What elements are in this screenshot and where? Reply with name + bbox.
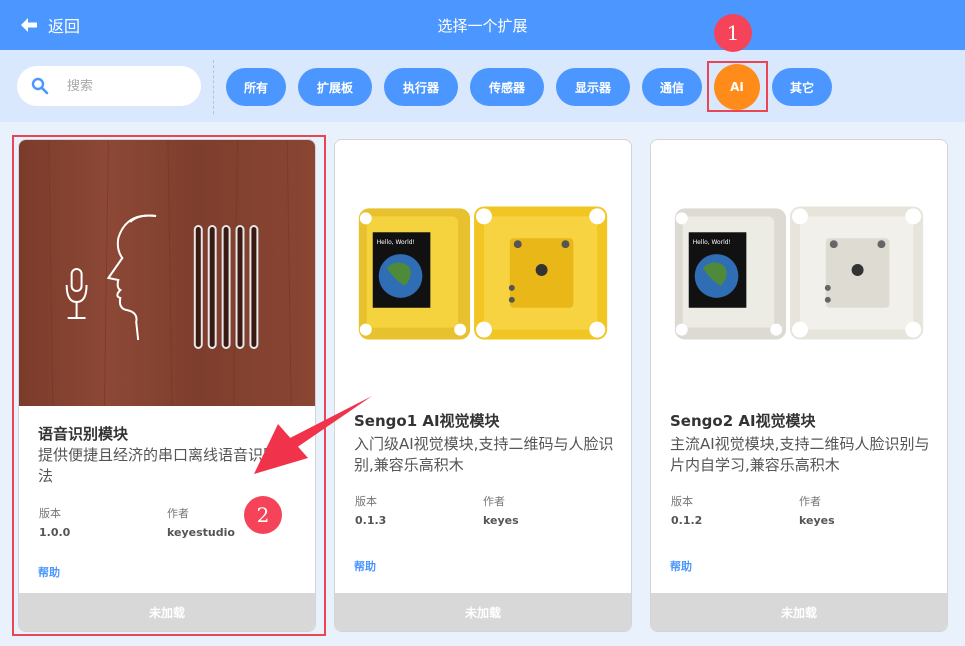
search-icon	[31, 77, 49, 95]
extension-card-sengo1[interactable]: Hello, World! Sengo1 AI视觉模块 入门级AI视觉模块,支持…	[334, 139, 632, 632]
load-status-button[interactable]: 未加载	[651, 593, 947, 631]
category-all[interactable]: 所有	[226, 68, 286, 106]
version-value: 0.1.3	[355, 514, 387, 527]
category-communication[interactable]: 通信	[642, 68, 702, 106]
help-link[interactable]: 帮助	[670, 558, 692, 574]
screen-text: Hello, World!	[377, 239, 415, 246]
filter-bar: 所有 扩展板 执行器 传感器 显示器 通信 AI 其它	[0, 50, 965, 122]
category-actuator[interactable]: 执行器	[384, 68, 458, 106]
version-value: 0.1.2	[671, 514, 703, 527]
search-input[interactable]	[67, 78, 197, 94]
card-title: Sengo2 AI视觉模块	[670, 412, 816, 430]
sengo2-module-image: Hello, World!	[651, 140, 947, 406]
author-label: 作者	[799, 495, 821, 508]
annotation-arrow	[254, 396, 372, 474]
card-description: 入门级AI视觉模块,支持二维码与人脸识别,兼容乐高积木	[354, 435, 614, 474]
category-expansion-board[interactable]: 扩展板	[298, 68, 372, 106]
page-title: 选择一个扩展	[437, 17, 528, 35]
highlight-box-card	[12, 135, 326, 636]
highlight-box-ai	[707, 61, 768, 112]
header-bar: 返回 选择一个扩展	[0, 0, 965, 50]
version-label: 版本	[355, 495, 377, 508]
search-box[interactable]	[17, 66, 201, 106]
sengo1-module-image: Hello, World!	[335, 140, 631, 406]
help-link[interactable]: 帮助	[354, 558, 376, 574]
step-badge-2: 2	[244, 496, 282, 534]
extension-card-sengo2[interactable]: Hello, World! Sengo2 AI视觉模块 主流AI视觉模块,支持二…	[650, 139, 948, 632]
category-display[interactable]: 显示器	[556, 68, 630, 106]
card-description: 主流AI视觉模块,支持二维码人脸识别与片内自学习,兼容乐高积木	[670, 435, 930, 474]
author-value: keyes	[799, 514, 835, 527]
category-sensor[interactable]: 传感器	[470, 68, 544, 106]
version-label: 版本	[671, 495, 693, 508]
filter-divider	[213, 60, 214, 114]
author-value: keyes	[483, 514, 519, 527]
screen-text: Hello, World!	[693, 239, 731, 246]
author-label: 作者	[483, 495, 505, 508]
step-badge-1: 1	[714, 14, 752, 52]
load-status-button[interactable]: 未加载	[335, 593, 631, 631]
category-other[interactable]: 其它	[772, 68, 832, 106]
